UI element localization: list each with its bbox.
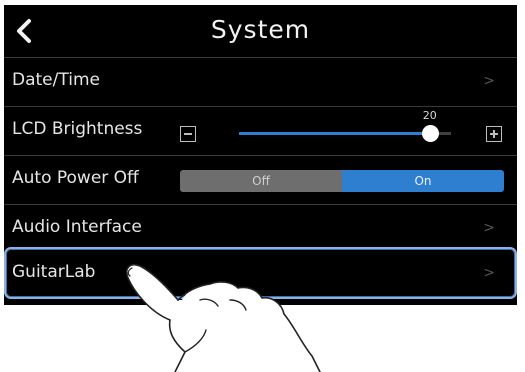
menu-item-lcd-brightness: LCD Brightness 20 (4, 106, 517, 155)
toggle-option-on[interactable]: On (342, 170, 504, 192)
page-title: System (210, 15, 311, 44)
menu-item-auto-power-off: Auto Power Off Off On (4, 155, 517, 204)
device-screen: System Date/Time > LCD Brightness 20 Aut… (4, 5, 517, 305)
menu-item-audio-interface[interactable]: Audio Interface > (4, 204, 517, 253)
menu-item-label: Date/Time (12, 70, 100, 90)
brightness-decrease-button[interactable] (180, 126, 196, 142)
chevron-right-icon: > (483, 220, 495, 236)
auto-power-off-toggle[interactable]: Off On (180, 170, 504, 192)
menu-item-label: LCD Brightness (12, 119, 143, 139)
menu-item-label: Auto Power Off (12, 168, 139, 188)
selection-highlight (4, 247, 517, 299)
header-bar: System (4, 5, 517, 57)
brightness-slider[interactable] (239, 132, 451, 135)
slider-fill (239, 132, 430, 135)
slider-thumb[interactable] (421, 125, 439, 142)
minus-square-icon (184, 133, 192, 135)
menu-item-date-time[interactable]: Date/Time > (4, 57, 517, 106)
menu-item-label: Audio Interface (12, 217, 142, 237)
toggle-option-off[interactable]: Off (180, 170, 342, 192)
figure: System Date/Time > LCD Brightness 20 Aut… (0, 0, 525, 372)
brightness-increase-button[interactable] (486, 126, 502, 142)
chevron-right-icon: > (483, 73, 495, 89)
brightness-value: 20 (422, 109, 437, 122)
